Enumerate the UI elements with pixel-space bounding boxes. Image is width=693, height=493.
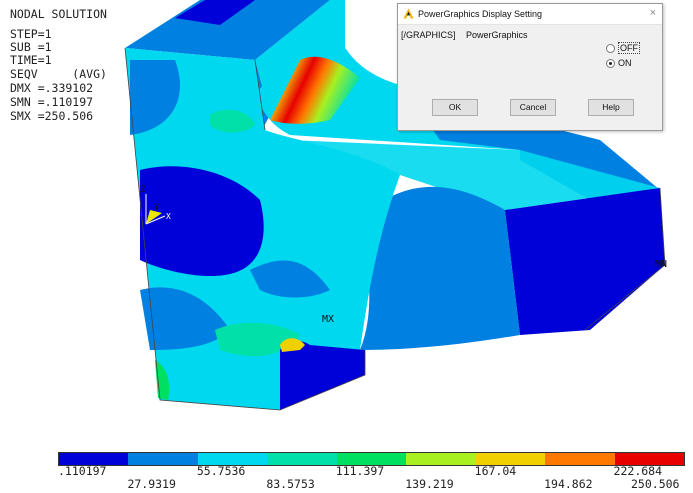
- radio-on[interactable]: ON: [606, 58, 632, 68]
- lower-block: [280, 338, 365, 410]
- radio-off-label: OFF: [618, 42, 640, 54]
- legend-swatch: [267, 453, 337, 465]
- dialog-title: PowerGraphics Display Setting: [418, 9, 543, 19]
- legend-swatch: [128, 453, 198, 465]
- legend-swatch: [545, 453, 615, 465]
- radio-on-label: ON: [618, 58, 632, 68]
- legend-value-top: 111.397: [335, 464, 385, 478]
- solution-heading: NODAL SOLUTION: [10, 7, 107, 21]
- legend-value-top: 55.7536: [196, 464, 246, 478]
- legend-value-top: .110197: [58, 464, 107, 478]
- legend-value-top: 222.684: [613, 464, 663, 478]
- axis-z-label: Z: [140, 185, 146, 195]
- radio-off[interactable]: OFF: [606, 42, 640, 54]
- dmx-label: DMX =.339102: [10, 81, 94, 95]
- help-button[interactable]: Help: [588, 99, 634, 116]
- legend-value-bottom: 250.506: [631, 477, 680, 491]
- smx-label: SMX =250.506: [10, 109, 94, 123]
- step-label: STEP=1: [10, 27, 52, 41]
- smn-label: SMN =.110197: [10, 95, 94, 109]
- ok-button[interactable]: OK: [432, 99, 478, 116]
- legend-value-top: 167.04: [474, 464, 517, 478]
- result-type-label: SEQV (AVG): [10, 67, 107, 81]
- legend-value-bottom: 139.219: [405, 477, 454, 491]
- command-tag: [/GRAPHICS]: [401, 30, 456, 40]
- legend-value-bottom: 83.5753: [266, 477, 315, 491]
- time-label: TIME=1: [10, 53, 52, 67]
- substep-label: SUB =1: [10, 40, 52, 54]
- ansys-logo-icon: [403, 8, 414, 19]
- radio-off-dot[interactable]: [606, 43, 615, 53]
- field-label: PowerGraphics: [466, 30, 528, 40]
- powergraphics-dialog: PowerGraphics Display Setting × [/GRAPHI…: [397, 3, 663, 131]
- dialog-titlebar[interactable]: PowerGraphics Display Setting ×: [398, 4, 662, 25]
- legend-value-bottom: 194.862: [544, 477, 593, 491]
- axis-y-label: Y: [154, 203, 160, 213]
- cancel-button[interactable]: Cancel: [510, 99, 556, 116]
- max-label: MX: [322, 314, 335, 325]
- legend-swatch: [406, 453, 476, 465]
- legend-value-bottom: 27.9319: [127, 477, 176, 491]
- min-label: MN: [655, 259, 668, 270]
- axis-x-label: X: [166, 212, 171, 221]
- close-icon[interactable]: ×: [650, 7, 656, 19]
- radio-on-dot[interactable]: [606, 58, 615, 68]
